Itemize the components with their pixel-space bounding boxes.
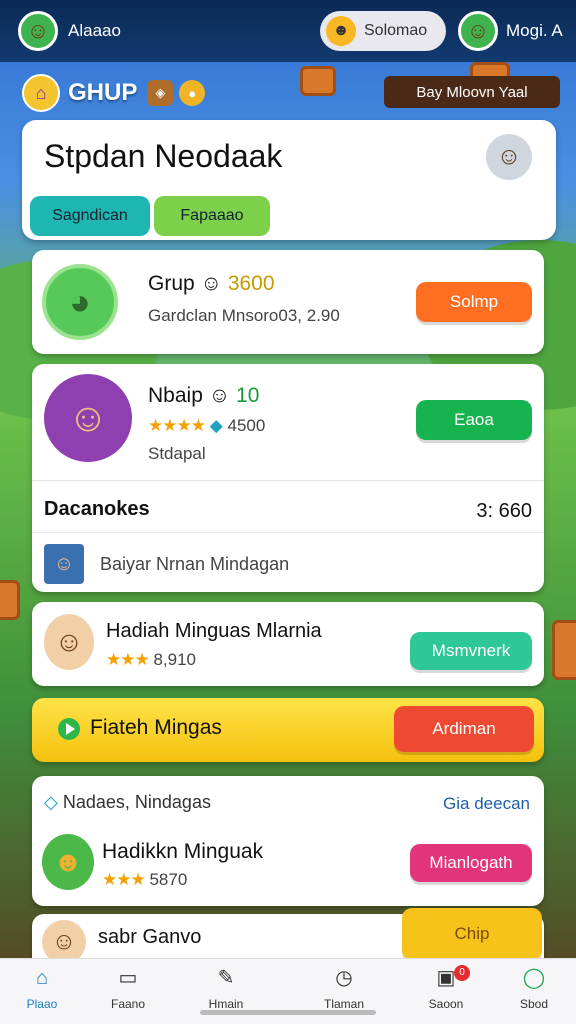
home-indicator[interactable] (200, 1010, 376, 1015)
nadaes-link[interactable]: Gia deecan (443, 794, 530, 814)
hadiah-action-button[interactable]: Msmvnerk (410, 632, 532, 670)
nav-label: Plaao (26, 997, 58, 1011)
player-portrait: ☺ (44, 374, 132, 462)
group-title: GHUP (68, 79, 138, 106)
group-bar: ⌂ GHUP ◈ ● Bay Mloovn Yaal (22, 72, 562, 114)
diamond-icon: ◇ (44, 792, 58, 812)
nbaip-action-button[interactable]: Eaoa (416, 400, 532, 440)
nadaes-title: Nadaes, Nindagas (62, 792, 211, 812)
sabr-card: ☺ sabr Ganvo Chip (32, 908, 544, 964)
coin-label: Solomao (364, 22, 428, 39)
grup-card: ◕ Grup ☺ 3600 Gardclan Mnsoro03, 2.90 So… (32, 250, 544, 354)
sabr-action-button[interactable]: Chip (402, 908, 542, 960)
star-rating-icon: ★★★★ (148, 416, 206, 435)
bayar-label[interactable]: Baiyar Nrnan Mindagan (100, 554, 289, 575)
nav-item-hmain[interactable]: ✎ Hmain (186, 965, 266, 1011)
fiateh-action-button[interactable]: Ardiman (394, 706, 534, 752)
nbaip-rating-line: ★★★★ ◆ 4500 (148, 416, 265, 436)
hadikkn-action-button[interactable]: Mianlogath (410, 844, 532, 882)
coin-balance-pill[interactable]: ☻ Solomao (320, 11, 446, 51)
smile-icon: ☺ (200, 272, 222, 295)
dacanokes-title: Dacanokes (44, 498, 150, 520)
coin-face-icon: ☻ (326, 16, 356, 46)
star-rating-icon: ★★★ (106, 650, 150, 669)
smile-icon: ☺ (208, 384, 231, 407)
divider (32, 480, 544, 481)
nav-item-saoon[interactable]: ▣ 0 Saoon (406, 965, 486, 1011)
nadaes-title-line: ◇ Nadaes, Nindagas (44, 792, 211, 813)
page-title: Stpdan Neodaak (44, 138, 283, 174)
nav-label: Hmain (208, 997, 244, 1011)
nbaip-score: 10 (236, 384, 260, 407)
chat-icon: ◯ (522, 967, 546, 989)
nbaip-subtitle: Stdapal (148, 444, 206, 463)
laptop-icon: ▭ (118, 967, 138, 989)
nbaip-title-line: Nbaip ☺ 10 (148, 384, 259, 408)
home-icon: ⌂ (35, 967, 49, 989)
friend-avatar: ☺ (458, 11, 498, 51)
gem-icon: ◆ (209, 416, 223, 435)
player-avatar[interactable]: ☺ (18, 11, 58, 51)
house-icon[interactable]: ⌂ (22, 74, 60, 112)
grup-action-button[interactable]: Solmp (416, 282, 532, 322)
nav-item-home[interactable]: ⌂ Plaao (2, 965, 82, 1011)
grup-title-line: Grup ☺ 3600 (148, 272, 275, 296)
grup-score: 3600 (227, 272, 275, 295)
nbaip-card: ☺ Nbaip ☺ 10 ★★★★ ◆ 4500 Stdapal Eaoa Da… (32, 364, 544, 592)
top-bar: ☺ Alaaao ☻ Solomao ☺ Mogi. A (0, 0, 576, 62)
hadiah-rating-line: ★★★ 8,910 (106, 650, 196, 670)
nav-item-faano[interactable]: ▭ Faano (88, 965, 168, 1011)
hadikkn-score: 5870 (149, 870, 188, 889)
clock-icon: ◷ (335, 967, 353, 989)
star-rating-icon: ★★★ (102, 870, 146, 889)
player-name: Alaaao (68, 21, 121, 40)
hadiah-score: 8,910 (153, 650, 197, 669)
hadiah-card: ☺ Hadiah Minguas Mlarnia ★★★ 8,910 Msmvn… (32, 602, 544, 686)
nav-label: Faano (110, 997, 146, 1011)
hadikkn-rating-line: ★★★ 5870 (102, 870, 187, 890)
nav-label: Sbod (519, 997, 549, 1011)
fiateh-title: Fiateh Mingas (90, 716, 222, 739)
grup-subtitle: Gardclan Mnsoro03, 2.90 (148, 306, 340, 325)
nav-label: Saoon (428, 997, 464, 1011)
nadaes-card: ◇ Nadaes, Nindagas Gia deecan ☻ Hadikkn … (32, 776, 544, 906)
pay-button[interactable]: Bay Mloovn Yaal (384, 76, 560, 108)
nav-item-sbod[interactable]: ◯ Sbod (494, 965, 574, 1011)
nbaip-title: Nbaip (148, 384, 203, 407)
friend-profile[interactable]: ☺ Mogi. A (458, 11, 563, 51)
header-card: Stpdan Neodaak ☺ Sagndican Fapaaao (22, 120, 556, 240)
hadikkn-title: Hadikkn Minguak (102, 840, 264, 863)
tab-primary[interactable]: Sagndican (30, 196, 150, 236)
pencil-icon: ✎ (217, 967, 235, 989)
shield-icon[interactable]: ◈ (147, 80, 174, 106)
hero-avatar: ☻ (42, 834, 94, 890)
nav-label: Tlaman (323, 997, 364, 1011)
tab-secondary[interactable]: Fapaaao (154, 196, 270, 236)
notification-badge: 0 (454, 965, 470, 981)
hadiah-title: Hadiah Minguas Mlarnia (106, 620, 322, 642)
player-face-avatar: ☺ (44, 614, 94, 670)
friend-name: Mogi. A (506, 21, 563, 40)
nbaip-rating: 4500 (227, 416, 266, 435)
profile-avatar[interactable]: ☺ (486, 134, 532, 180)
play-icon (58, 718, 80, 740)
fiateh-banner[interactable]: Fiateh Mingas Ardiman (32, 698, 544, 762)
thumbnail-avatar: ☺ (44, 544, 84, 584)
trophy-icon[interactable]: ● (179, 80, 206, 106)
divider (32, 532, 544, 533)
grup-title: Grup (148, 272, 195, 295)
dacanokes-value: 3: 660 (476, 500, 532, 522)
nav-item-tlaman[interactable]: ◷ Tlaman (304, 965, 384, 1011)
monster-avatar: ◕ (42, 264, 118, 340)
sabr-title: sabr Ganvo (98, 926, 202, 948)
